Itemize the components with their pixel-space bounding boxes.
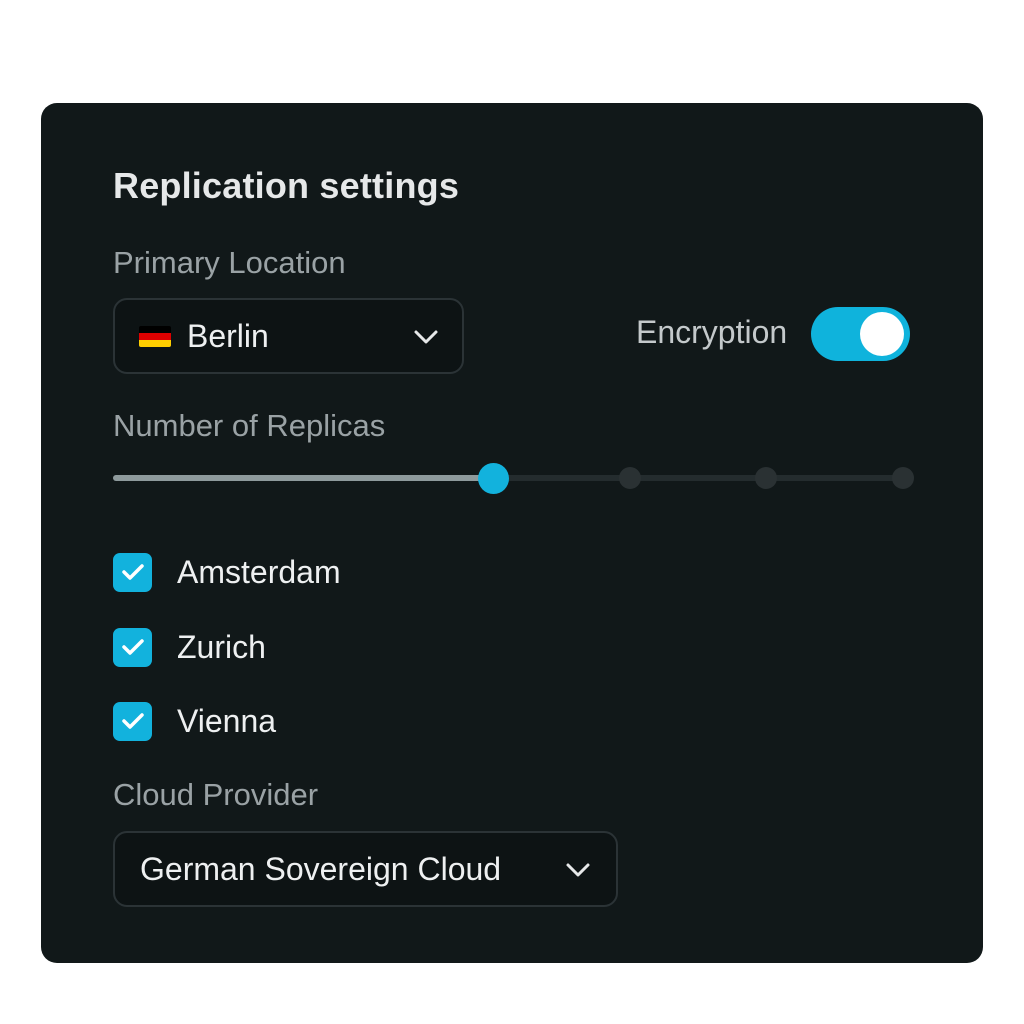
encryption-label: Encryption <box>636 314 788 350</box>
checkmark-icon <box>121 713 144 729</box>
checkbox[interactable] <box>113 701 152 741</box>
cloud-provider-select[interactable]: German Sovereign Cloud <box>113 831 618 907</box>
primary-location-label: Primary Location <box>113 245 346 280</box>
replicas-label: Number of Replicas <box>113 408 386 443</box>
checkbox[interactable] <box>113 627 152 667</box>
cloud-provider-label: Cloud Provider <box>113 777 319 812</box>
replication-settings-panel: Replication settings Primary Location Be… <box>41 103 983 963</box>
checkmark-icon <box>121 639 144 655</box>
region-checkbox-row[interactable]: Zurich <box>113 627 266 667</box>
region-label-vienna: Vienna <box>177 702 277 739</box>
germany-flag-icon <box>139 325 171 347</box>
slider-stop[interactable] <box>618 467 641 489</box>
region-label-amsterdam: Amsterdam <box>177 553 341 590</box>
encryption-toggle[interactable] <box>811 307 910 361</box>
toggle-knob <box>860 312 904 356</box>
slider-fill <box>113 475 493 481</box>
checkbox[interactable] <box>113 552 152 592</box>
cloud-provider-value: German Sovereign Cloud <box>140 850 502 887</box>
region-checkbox-row[interactable]: Vienna <box>113 701 276 741</box>
panel-title: Replication settings <box>113 165 460 206</box>
replicas-slider[interactable] <box>113 463 914 494</box>
checkmark-icon <box>121 564 144 580</box>
region-checkbox-row[interactable]: Amsterdam <box>113 552 341 592</box>
slider-stop[interactable] <box>892 467 914 489</box>
chevron-down-icon <box>414 330 438 344</box>
region-label-zurich: Zurich <box>177 628 266 665</box>
primary-location-value: Berlin <box>187 317 269 354</box>
primary-location-select[interactable]: Berlin <box>113 298 464 374</box>
slider-thumb[interactable] <box>478 463 509 494</box>
slider-stop[interactable] <box>755 467 778 489</box>
chevron-down-icon <box>566 863 590 877</box>
